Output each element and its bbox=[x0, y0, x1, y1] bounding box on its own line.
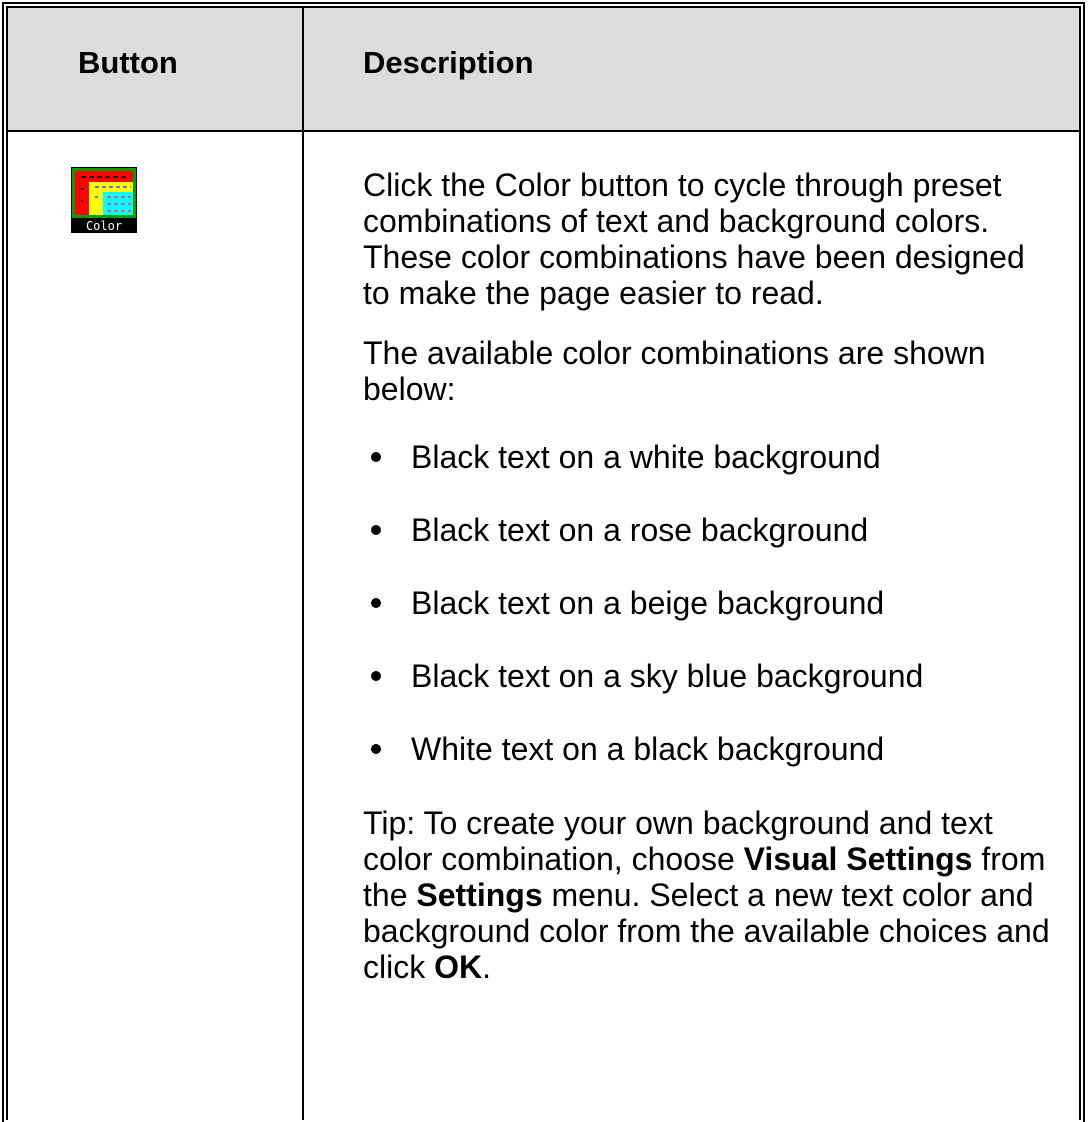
settings-menu-term: Settings bbox=[416, 877, 543, 913]
bullet-icon bbox=[371, 744, 381, 754]
header-description: Description bbox=[363, 45, 534, 80]
tip-paragraph: Tip: To create your own background and t… bbox=[363, 805, 1050, 985]
description-cell: Click the Color button to cycle through … bbox=[363, 167, 1053, 985]
color-icon-caption: Color bbox=[86, 219, 122, 233]
description-paragraph: Click the Color button to cycle through … bbox=[363, 167, 1025, 311]
combinations-list: Black text on a white background Black t… bbox=[363, 439, 1053, 767]
visual-settings-term: Visual Settings bbox=[743, 841, 973, 877]
color-icon-graphic: Color bbox=[71, 167, 137, 233]
list-item: Black text on a sky blue background bbox=[363, 658, 1053, 694]
list-item: Black text on a beige background bbox=[363, 585, 1053, 621]
color-icon: Color bbox=[71, 167, 137, 233]
bullet-icon bbox=[371, 452, 381, 462]
list-item: Black text on a rose background bbox=[363, 512, 1053, 548]
bullet-icon bbox=[371, 598, 381, 608]
bullet-icon bbox=[371, 525, 381, 535]
bullet-icon bbox=[371, 671, 381, 681]
list-item: White text on a black background bbox=[363, 731, 1053, 767]
header-button: Button bbox=[78, 45, 178, 80]
list-item: Black text on a white background bbox=[363, 439, 1053, 475]
ok-term: OK bbox=[434, 949, 483, 985]
column-divider bbox=[302, 8, 304, 1120]
header-divider bbox=[8, 130, 1079, 132]
combinations-intro: The available color combinations are sho… bbox=[363, 335, 986, 407]
